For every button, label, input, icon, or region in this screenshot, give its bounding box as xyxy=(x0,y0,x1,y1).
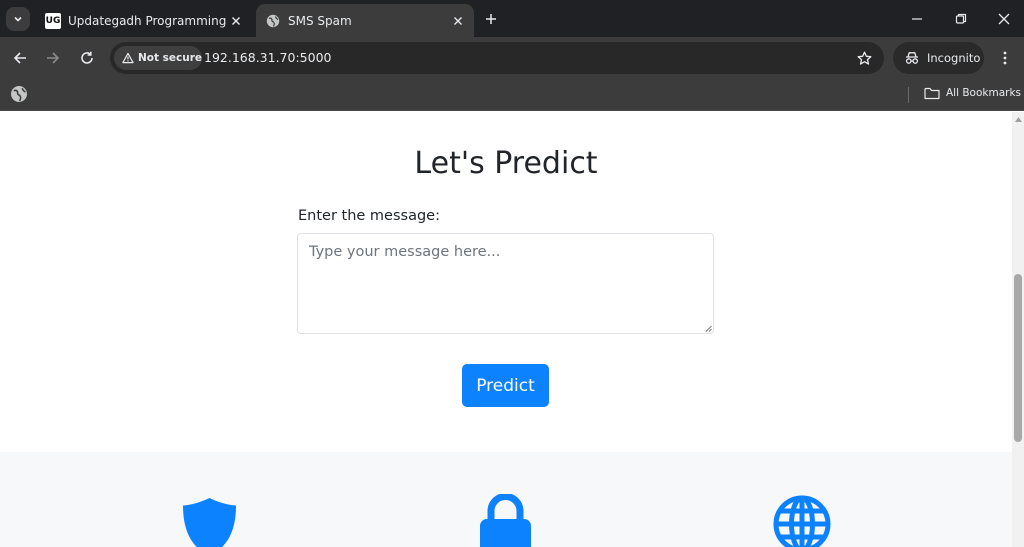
tab-title: Updategadh Programming - Updategadh xyxy=(68,13,226,28)
message-input[interactable] xyxy=(297,233,714,334)
reload-icon xyxy=(81,51,93,64)
close-tab-icon[interactable] xyxy=(226,11,246,31)
page-title: Let's Predict xyxy=(414,146,598,181)
security-indicator[interactable]: Not secure xyxy=(114,46,202,70)
restore-button[interactable] xyxy=(941,0,981,37)
incognito-icon xyxy=(905,52,919,64)
bookmarks-divider xyxy=(908,87,909,103)
message-label: Enter the message: xyxy=(298,208,440,224)
lock-icon xyxy=(480,494,531,547)
tab-updategadh[interactable]: UG Updategadh Programming - Updategadh xyxy=(36,4,252,37)
page-scrollbar[interactable] xyxy=(1012,112,1024,547)
incognito-profile-button[interactable]: Incognito xyxy=(893,42,984,74)
all-bookmarks-button[interactable]: All Bookmarks xyxy=(924,79,1021,107)
triangle-up-icon xyxy=(1014,116,1022,122)
tab-sms-spam[interactable]: SMS Spam xyxy=(256,4,474,37)
globe-bookmark-icon[interactable] xyxy=(10,85,28,103)
back-button[interactable] xyxy=(6,44,34,72)
folder-icon xyxy=(924,87,940,99)
browser-toolbar: Not secure 192.168.31.70:5000 Incognito xyxy=(0,37,1024,79)
resize-grip-icon[interactable] xyxy=(704,324,712,332)
close-tab-icon[interactable] xyxy=(448,11,468,31)
globe-icon xyxy=(773,495,831,547)
close-icon xyxy=(998,13,1010,24)
globe-favicon-icon xyxy=(265,13,281,29)
restore-icon xyxy=(955,13,967,24)
incognito-label: Incognito xyxy=(927,51,981,65)
minimize-icon xyxy=(912,17,922,20)
shield-icon xyxy=(183,498,236,547)
browser-menu-button[interactable] xyxy=(993,46,1017,70)
minimize-button[interactable] xyxy=(897,0,937,37)
star-icon xyxy=(857,51,871,65)
tab-title: SMS Spam xyxy=(288,13,352,28)
plus-icon xyxy=(486,14,496,24)
bookmarks-bar: All Bookmarks xyxy=(0,79,1024,111)
features-section xyxy=(0,452,1012,547)
bookmark-star-button[interactable] xyxy=(854,48,874,68)
chevron-down-icon xyxy=(14,16,22,22)
new-tab-button[interactable] xyxy=(480,8,502,30)
scroll-up-arrow[interactable] xyxy=(1014,115,1022,123)
url-text[interactable]: 192.168.31.70:5000 xyxy=(204,42,331,74)
all-bookmarks-label: All Bookmarks xyxy=(946,87,1022,99)
scroll-thumb[interactable] xyxy=(1014,274,1022,442)
reload-button[interactable] xyxy=(73,44,101,72)
security-label: Not secure xyxy=(137,52,202,64)
page-viewport: Let's Predict Enter the message: Predict xyxy=(0,112,1012,547)
tab-strip: UG Updategadh Programming - Updategadh S… xyxy=(0,0,1024,37)
updategadh-favicon-icon: UG xyxy=(45,12,61,29)
tab-search-button[interactable] xyxy=(6,7,30,31)
predict-button[interactable]: Predict xyxy=(462,364,549,407)
close-window-button[interactable] xyxy=(984,0,1024,37)
address-bar[interactable]: Not secure 192.168.31.70:5000 xyxy=(110,42,884,74)
warning-icon xyxy=(122,52,134,64)
more-vertical-icon xyxy=(1003,51,1007,65)
arrow-left-icon xyxy=(13,52,26,64)
forward-button[interactable] xyxy=(39,44,67,72)
arrow-right-icon xyxy=(47,52,60,64)
